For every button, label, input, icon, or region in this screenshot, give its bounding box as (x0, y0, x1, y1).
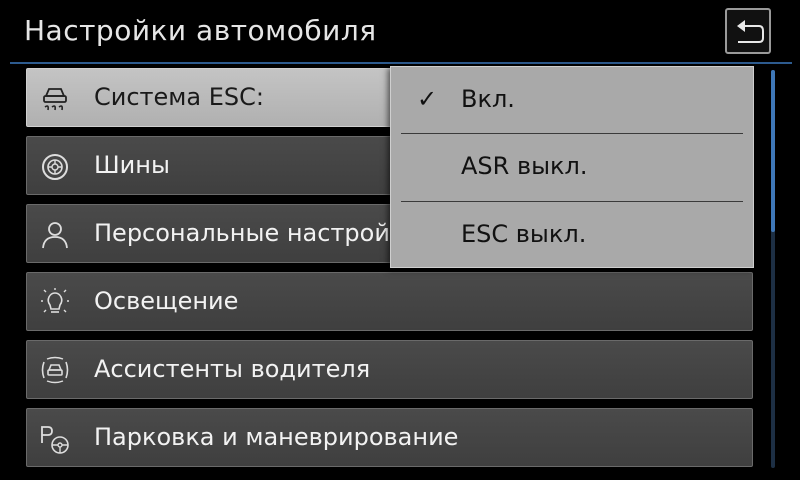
option-label: ASR выкл. (461, 152, 588, 180)
option-label: Вкл. (461, 85, 515, 113)
back-arrow-icon (737, 20, 764, 43)
scrollbar[interactable] (771, 70, 775, 468)
esc-skid-car-icon (43, 88, 67, 111)
option-esc-off[interactable]: ESC выкл. (391, 202, 753, 268)
parking-steering-icon (41, 426, 69, 454)
option-esc-on[interactable]: ✓ Вкл. (391, 67, 753, 133)
tire-icon (42, 154, 68, 180)
option-asr-off[interactable]: ASR выкл. (391, 134, 753, 200)
scroll-thumb[interactable] (771, 70, 775, 232)
menu-item-label: Система ESC: (94, 83, 264, 111)
light-bulb-icon (41, 288, 69, 313)
option-label: ESC выкл. (461, 220, 587, 248)
checkmark-icon: ✓ (417, 85, 438, 113)
menu-item-driver-assistants[interactable]: Ассистенты водителя (26, 340, 753, 399)
back-button[interactable] (725, 8, 771, 54)
menu-item-lighting[interactable]: Освещение (26, 272, 753, 331)
driver-assist-car-icon (41, 356, 69, 384)
header-bar: Настройки автомобиля (0, 0, 800, 64)
page-title: Настройки автомобиля (24, 14, 377, 47)
menu-item-label: Освещение (94, 287, 239, 315)
menu-item-label: Персональные настройки (94, 219, 421, 247)
person-icon (42, 222, 68, 249)
menu-item-label: Парковка и маневрирование (94, 423, 459, 451)
menu-item-label: Шины (94, 151, 170, 179)
menu-item-label: Ассистенты водителя (94, 355, 371, 383)
menu-item-parking[interactable]: Парковка и маневрирование (26, 408, 753, 467)
esc-options-dropdown: ✓ Вкл. ASR выкл. ESC выкл. (390, 66, 754, 268)
header-divider (10, 62, 792, 64)
